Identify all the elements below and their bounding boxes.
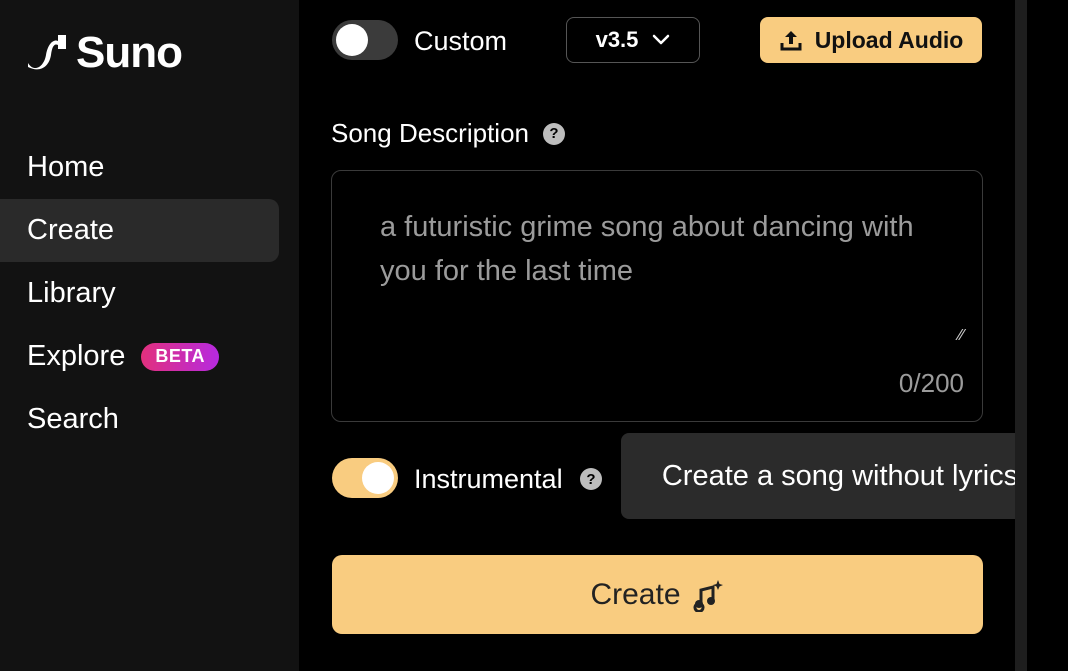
instrumental-toggle[interactable] xyxy=(332,458,398,498)
sidebar-item-library[interactable]: Library xyxy=(0,262,279,325)
tooltip-text: Create a song without lyrics. xyxy=(661,459,1027,492)
right-panel xyxy=(1027,0,1068,671)
resize-handle-icon[interactable]: ⁄⁄ xyxy=(959,327,964,345)
song-description-heading: Song Description ? xyxy=(331,118,565,149)
sidebar-item-create[interactable]: Create xyxy=(0,199,279,262)
instrumental-tooltip: Create a song without lyrics. xyxy=(621,433,1067,519)
sidebar-item-label: Library xyxy=(27,277,116,309)
sidebar: Suno Home Create Library Explore BETA Se… xyxy=(0,0,299,671)
sidebar-item-label: Explore xyxy=(27,340,126,372)
create-options-row: Custom v3.5 Upload Audio xyxy=(332,17,982,65)
toggle-knob xyxy=(336,24,368,56)
instrumental-row: Instrumental ? xyxy=(332,456,632,500)
sidebar-nav: Home Create Library Explore BETA Search xyxy=(0,136,279,451)
character-counter: 0/200 xyxy=(898,368,964,398)
music-sparkle-icon xyxy=(693,579,723,612)
app-window: Suno Home Create Library Explore BETA Se… xyxy=(0,0,1068,671)
custom-label: Custom xyxy=(414,26,508,56)
upload-audio-label: Upload Audio xyxy=(814,26,964,53)
upload-audio-button[interactable]: Upload Audio xyxy=(760,17,982,63)
version-value: v3.5 xyxy=(595,27,639,52)
instrumental-label: Instrumental xyxy=(414,464,563,494)
song-description-placeholder: a futuristic grime song about dancing wi… xyxy=(380,211,914,287)
brand-logo[interactable]: Suno xyxy=(24,28,183,78)
custom-toggle[interactable] xyxy=(332,20,398,60)
help-icon[interactable]: ? xyxy=(580,468,602,490)
sidebar-item-label: Search xyxy=(27,403,119,435)
song-description-input[interactable]: a futuristic grime song about dancing wi… xyxy=(331,170,983,422)
sidebar-item-home[interactable]: Home xyxy=(0,136,279,199)
brand-name: Suno xyxy=(76,28,183,77)
create-button-label: Create xyxy=(590,577,681,611)
panel-divider xyxy=(1015,0,1027,671)
version-select[interactable]: v3.5 xyxy=(566,17,700,63)
sidebar-item-explore[interactable]: Explore BETA xyxy=(0,325,279,388)
sidebar-item-search[interactable]: Search xyxy=(0,388,279,451)
create-panel: Custom v3.5 Upload Audio Song Descriptio… xyxy=(299,0,1015,671)
chevron-down-icon xyxy=(653,34,670,45)
create-button[interactable]: Create xyxy=(332,555,983,634)
beta-badge: BETA xyxy=(141,342,219,371)
help-icon[interactable]: ? xyxy=(543,122,565,145)
toggle-knob xyxy=(362,462,394,494)
upload-icon xyxy=(780,31,802,51)
sidebar-item-label: Home xyxy=(27,151,105,183)
song-description-label: Song Description xyxy=(331,118,529,148)
suno-logo-icon xyxy=(28,35,66,70)
sidebar-item-label: Create xyxy=(27,214,115,246)
